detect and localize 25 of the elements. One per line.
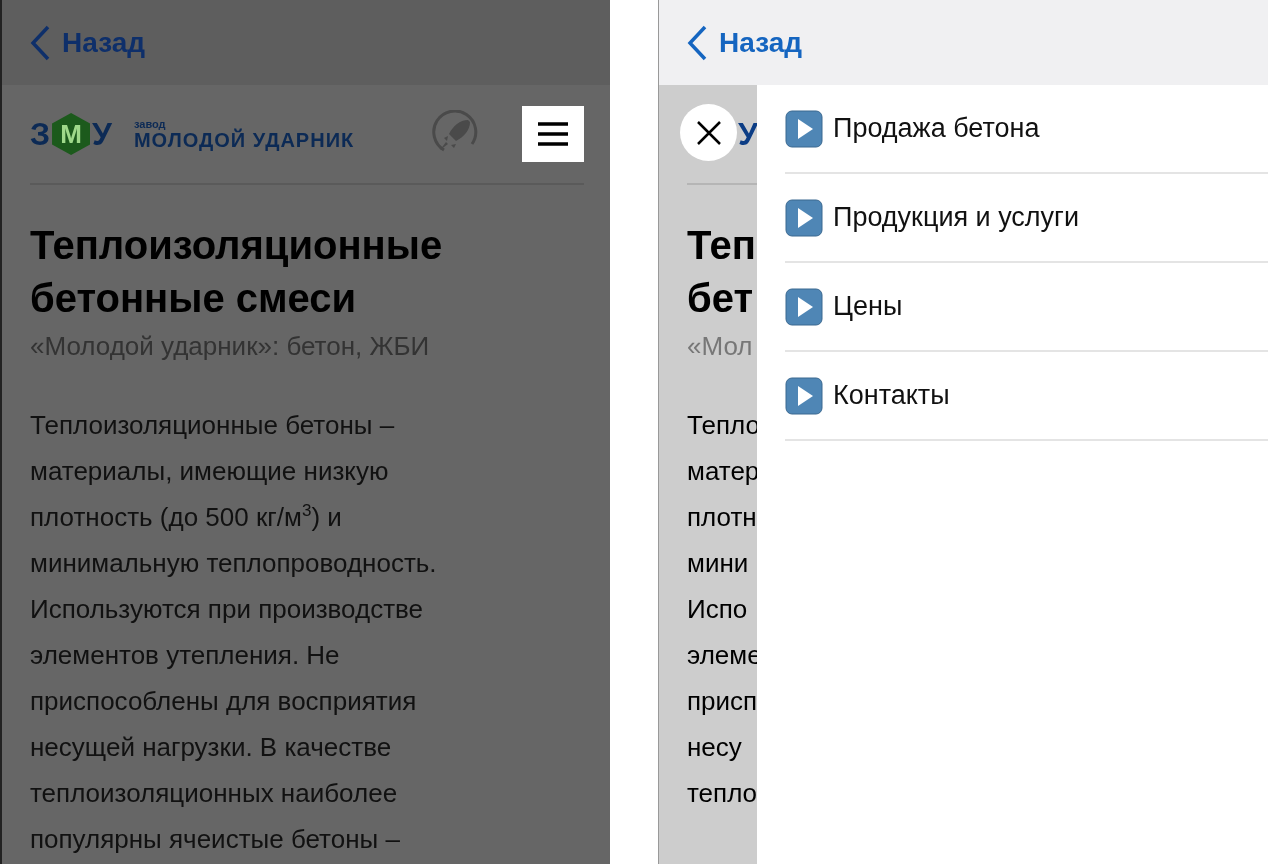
close-button[interactable] xyxy=(680,104,737,161)
logo-name: МОЛОДОЙ УДАРНИК xyxy=(133,129,355,150)
play-icon xyxy=(785,287,823,326)
menu-button[interactable] xyxy=(522,106,584,162)
logo-letter: М xyxy=(52,113,91,155)
close-icon xyxy=(695,119,722,146)
menu-item[interactable]: Продажа бетона xyxy=(785,85,1268,174)
menu-item[interactable]: Контакты xyxy=(785,352,1268,441)
play-icon xyxy=(785,376,823,415)
page-subtitle: «Мол xyxy=(687,331,753,362)
play-icon xyxy=(785,109,823,148)
back-link[interactable]: Назад xyxy=(687,24,803,61)
menu-icon xyxy=(538,122,568,146)
chevron-left-icon xyxy=(687,24,707,61)
play-icon xyxy=(785,198,823,237)
chevron-left-icon xyxy=(30,24,50,61)
logo-caption: завод xyxy=(133,118,166,130)
logo-letter: У xyxy=(92,115,112,153)
menu-item[interactable]: Цены xyxy=(785,263,1268,352)
menu-item[interactable]: Продукция и услуги xyxy=(785,174,1268,263)
logo-letter: У xyxy=(738,115,758,153)
page-title: Теп бет xyxy=(687,222,756,322)
body-text: Теплоизоляционные бетоны – материалы, имеющие низкую плотность (до 500 кг/м$^{3}$) и минимальную теплопроводность. Используются при производстве элементов утепления. Не приспособлены для восприятия несущей нагрузки. В качестве теплоизоляционных наиболее популярны ячеистые бетоны – xyxy=(30,409,437,856)
logo-letter: З xyxy=(30,115,51,153)
page-title: Теплоизоляционные бетонные смеси xyxy=(30,222,443,322)
